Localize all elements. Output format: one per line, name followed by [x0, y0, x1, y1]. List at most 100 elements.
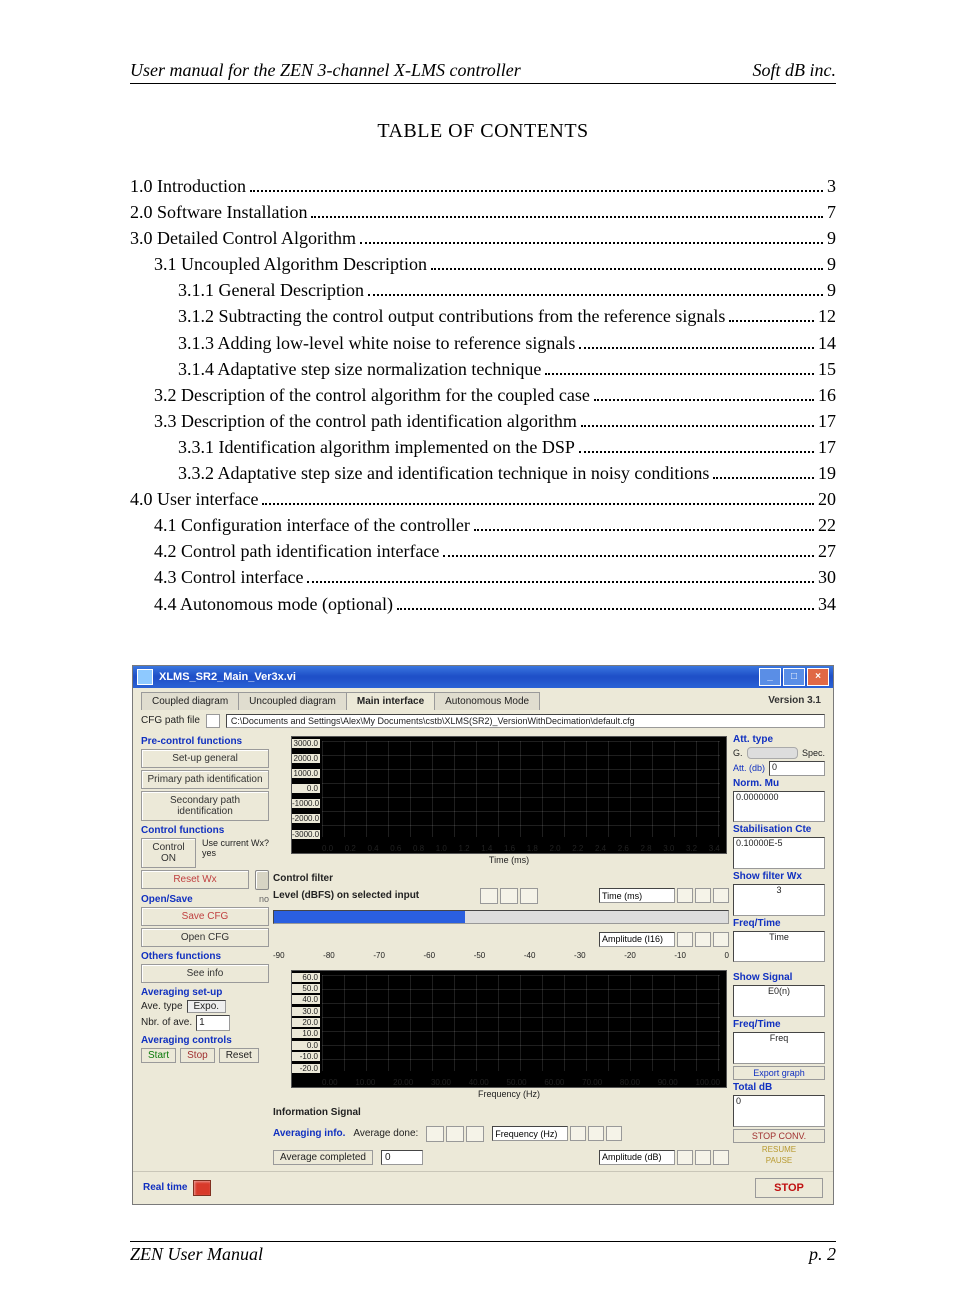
toc-entry[interactable]: 1.0 Introduction 3 — [130, 173, 836, 199]
tab[interactable]: Uncoupled diagram — [238, 692, 347, 710]
show-filter-label: Show filter Wx — [733, 871, 825, 882]
toc-entry-page: 17 — [818, 434, 836, 460]
avg-stop-button[interactable]: Stop — [180, 1048, 215, 1063]
avg-start-button[interactable]: Start — [141, 1048, 176, 1063]
toc-entry[interactable]: 4.3 Control interface 30 — [130, 564, 836, 590]
toc-dots — [474, 529, 814, 531]
toc-entry[interactable]: 3.3.2 Adaptative step size and identific… — [130, 460, 836, 486]
axis-lock-icon[interactable] — [677, 888, 693, 903]
tick-label: 3.2 — [686, 844, 697, 853]
toc-entry[interactable]: 3.1.3 Adding low-level white noise to re… — [130, 330, 836, 356]
tab[interactable]: Main interface — [346, 692, 435, 710]
setup-general-button[interactable]: Set-up general — [141, 749, 269, 768]
minimize-button[interactable]: _ — [759, 668, 781, 686]
ave-type-select[interactable]: Expo. — [187, 1000, 227, 1013]
secondary-path-button[interactable]: Secondary path identification — [141, 791, 269, 821]
see-info-button[interactable]: See info — [141, 964, 269, 983]
plot-zoom-icon[interactable] — [500, 888, 518, 904]
axis-scale-icon[interactable] — [695, 932, 711, 947]
toc-entry[interactable]: 3.3.1 Identification algorithm implement… — [130, 434, 836, 460]
axis-lock-icon[interactable] — [677, 932, 693, 947]
axis-format-icon[interactable] — [606, 1126, 622, 1141]
amp-axis-input[interactable] — [599, 932, 675, 947]
nbr-ave-input[interactable]: 1 — [196, 1015, 230, 1031]
save-cfg-button[interactable]: Save CFG — [141, 907, 269, 926]
toc-entry[interactable]: 3.0 Detailed Control Algorithm 9 — [130, 225, 836, 251]
plot-hand-icon[interactable] — [466, 1126, 484, 1142]
tick-label: 70.00 — [582, 1078, 602, 1087]
export-graph-button[interactable]: Export graph — [733, 1066, 825, 1080]
toc-entry[interactable]: 3.1.4 Adaptative step size normalization… — [130, 356, 836, 382]
tick-label: -10 — [674, 951, 686, 960]
toc-entry[interactable]: 4.2 Control path identification interfac… — [130, 538, 836, 564]
toc-entry[interactable]: 3.1 Uncoupled Algorithm Description 9 — [130, 251, 836, 277]
toc-entry-label: 3.2 Description of the control algorithm… — [154, 382, 590, 408]
tick-label: 100.00 — [696, 1078, 720, 1087]
folder-icon[interactable] — [206, 714, 220, 728]
toc-entry[interactable]: 4.0 User interface 20 — [130, 486, 836, 512]
toc-entry-label: 3.1.1 General Description — [178, 277, 364, 303]
freq-axis-input[interactable] — [492, 1126, 568, 1141]
toc-dots — [307, 581, 814, 583]
show-signal-value[interactable]: E0(n) — [733, 985, 825, 1017]
toc-entry[interactable]: 3.2 Description of the control algorithm… — [130, 382, 836, 408]
close-button[interactable]: × — [807, 668, 829, 686]
norm-mu-label: Norm. Mu — [733, 778, 825, 789]
stop-conv-button[interactable]: STOP CONV. — [733, 1129, 825, 1143]
toc-entry[interactable]: 4.4 Autonomous mode (optional) 34 — [130, 591, 836, 617]
tick-label: 2.4 — [595, 844, 606, 853]
page-header: User manual for the ZEN 3-channel X-LMS … — [130, 60, 836, 84]
norm-mu-value[interactable]: 0.0000000 — [733, 791, 825, 823]
toc-entry[interactable]: 3.1.1 General Description 9 — [130, 277, 836, 303]
tick-label: 50.0 — [292, 984, 320, 993]
plot-hand-icon[interactable] — [520, 888, 538, 904]
toc-entry[interactable]: 4.1 Configuration interface of the contr… — [130, 512, 836, 538]
freq-time-1-value[interactable]: Time — [733, 931, 825, 963]
control-on-button[interactable]: Control ON — [141, 838, 196, 868]
tick-label: 0.4 — [368, 844, 379, 853]
tab[interactable]: Coupled diagram — [141, 692, 239, 710]
toc-dots — [360, 242, 823, 244]
freq-time-1-label: Freq/Time — [733, 918, 825, 929]
freq-time-2-value[interactable]: Freq — [733, 1032, 825, 1064]
axis-scale-icon[interactable] — [695, 1150, 711, 1165]
cfg-path-field[interactable]: C:\Documents and Settings\Alex\My Docume… — [226, 714, 825, 728]
tick-label: -80 — [323, 951, 335, 960]
toc-entry-page: 20 — [818, 486, 836, 512]
avg-reset-button[interactable]: Reset — [219, 1048, 259, 1063]
show-filter-value[interactable]: 3 — [733, 884, 825, 916]
stop-button[interactable]: STOP — [755, 1178, 823, 1198]
open-cfg-button[interactable]: Open CFG — [141, 928, 269, 947]
axis-scale-icon[interactable] — [695, 888, 711, 903]
toc-entry[interactable]: 3.3 Description of the control path iden… — [130, 408, 836, 434]
avg-info-label: Averaging info. — [273, 1128, 345, 1139]
plot-tool-icon[interactable] — [426, 1126, 444, 1142]
plot-tool-icon[interactable] — [480, 888, 498, 904]
toc-entry[interactable]: 3.1.2 Subtracting the control output con… — [130, 303, 836, 329]
axis-lock-icon[interactable] — [677, 1150, 693, 1165]
stab-cte-value[interactable]: 0.10000E-5 — [733, 837, 825, 869]
tab[interactable]: Autonomous Mode — [434, 692, 540, 710]
table-of-contents: 1.0 Introduction 32.0 Software Installat… — [130, 173, 836, 617]
axis-lock-icon[interactable] — [570, 1126, 586, 1141]
axis-format-icon[interactable] — [713, 888, 729, 903]
titlebar[interactable]: XLMS_SR2_Main_Ver3x.vi _ □ × — [133, 666, 833, 688]
reset-wx-button[interactable]: Reset Wx — [141, 870, 249, 889]
toc-dots — [545, 373, 814, 375]
amp-db-axis-input[interactable] — [599, 1150, 675, 1165]
axis-format-icon[interactable] — [713, 1150, 729, 1165]
att-db-label: Att. (db) — [733, 763, 765, 773]
time-axis-input[interactable] — [599, 888, 675, 903]
att-slider[interactable] — [747, 747, 798, 759]
toc-entry[interactable]: 2.0 Software Installation 7 — [130, 199, 836, 225]
toc-entry-label: 4.0 User interface — [130, 486, 258, 512]
axis-scale-icon[interactable] — [588, 1126, 604, 1141]
primary-path-button[interactable]: Primary path identification — [141, 770, 269, 789]
app-icon — [137, 669, 153, 685]
wx-slider[interactable] — [255, 870, 269, 890]
plot-zoom-icon[interactable] — [446, 1126, 464, 1142]
axis-format-icon[interactable] — [713, 932, 729, 947]
tick-label: 0.6 — [390, 844, 401, 853]
att-type-label: Att. type — [733, 734, 825, 745]
maximize-button[interactable]: □ — [783, 668, 805, 686]
